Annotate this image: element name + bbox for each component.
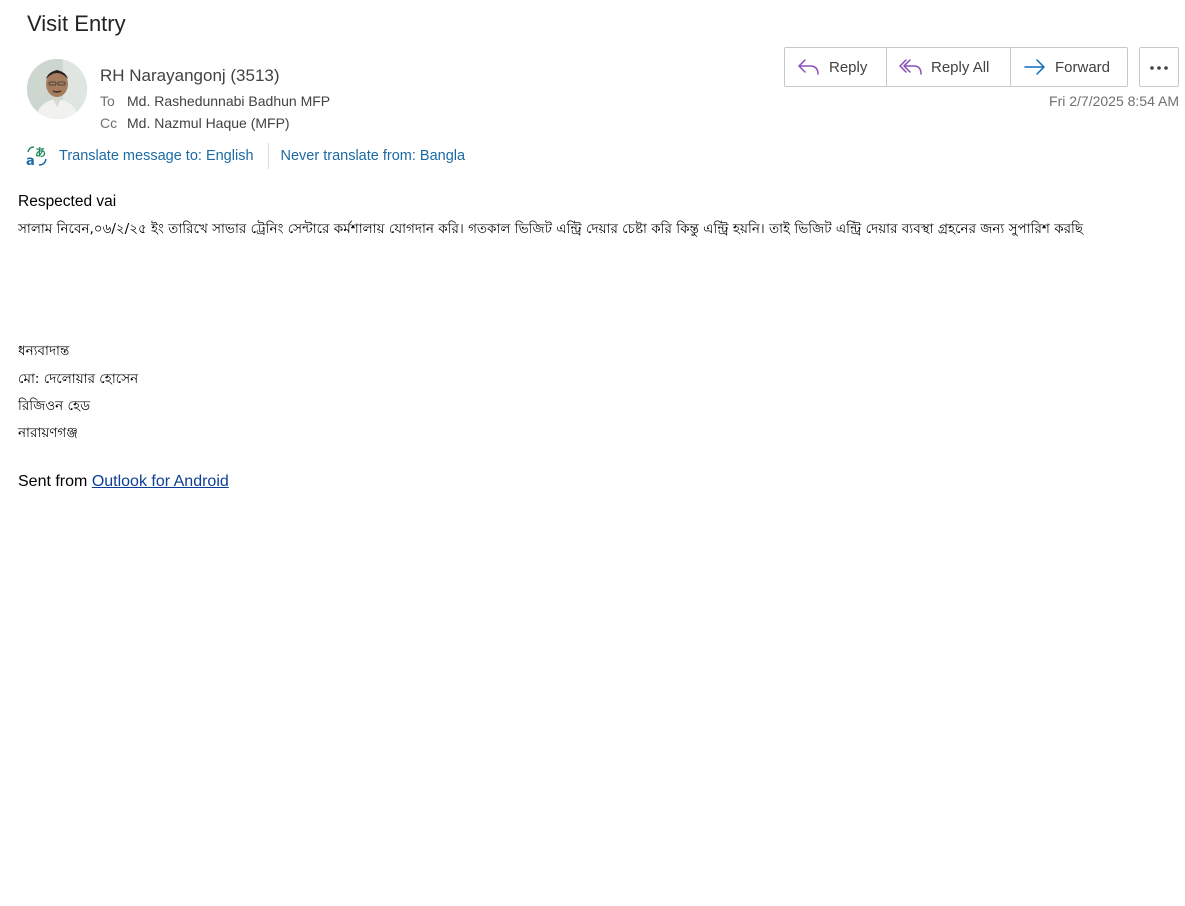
svg-text:あ: あ	[35, 146, 46, 159]
signature-line: নারায়ণগঞ্জ	[18, 425, 78, 441]
outlook-for-android-link[interactable]: Outlook for Android	[92, 473, 229, 490]
forward-button[interactable]: Forward	[1011, 48, 1127, 86]
cc-recipient[interactable]: Md. Nazmul Haque (MFP)	[127, 115, 290, 131]
signature-line: ধন্যবাদান্ত	[18, 343, 70, 359]
to-label: To	[100, 93, 115, 109]
body-greeting: Respected vai	[18, 193, 117, 210]
reply-all-button[interactable]: Reply All	[887, 48, 1011, 86]
more-horizontal-icon	[1149, 58, 1169, 76]
more-actions-button[interactable]	[1139, 47, 1179, 87]
never-translate-link[interactable]: Never translate from: Bangla	[281, 148, 466, 164]
forward-label: Forward	[1055, 58, 1111, 76]
body-paragraph: সালাম নিবেন,০৬/২/২৫ ইং তারিখে সাভার ট্রে…	[18, 221, 1084, 237]
sender-avatar[interactable]	[27, 59, 87, 119]
to-row: To Md. Rashedunnabi Badhun MFP	[100, 93, 330, 109]
forward-icon	[1023, 57, 1049, 77]
translate-divider	[267, 143, 269, 169]
cc-label: Cc	[100, 115, 118, 131]
sent-from-line: Sent from Outlook for Android	[18, 473, 229, 491]
email-reading-pane: Visit Entry RH Narayangonj (3513) To Md. …	[0, 0, 1185, 906]
signature-line: মো: দেলোয়ার হোসেন	[18, 371, 139, 387]
reply-all-label: Reply All	[931, 58, 990, 76]
to-recipient[interactable]: Md. Rashedunnabi Badhun MFP	[127, 93, 330, 109]
message-timestamp: Fri 2/7/2025 8:54 AM	[1049, 93, 1179, 109]
reply-label: Reply	[829, 58, 868, 76]
email-subject: Visit Entry	[27, 11, 126, 36]
message-action-bar: Reply Reply All Forward	[784, 47, 1128, 87]
reply-all-icon	[899, 57, 925, 77]
sender-name[interactable]: RH Narayangonj (3513)	[100, 66, 280, 86]
translate-icon: a あ	[26, 145, 48, 169]
cc-row: Cc Md. Nazmul Haque (MFP)	[100, 115, 290, 131]
sent-from-prefix: Sent from	[18, 473, 92, 490]
reply-button[interactable]: Reply	[785, 48, 887, 86]
translate-message-link[interactable]: Translate message to: English	[59, 148, 254, 164]
reply-icon	[797, 57, 823, 77]
translation-bar: a あ Translate message to: English Never …	[26, 143, 465, 169]
svg-text:a: a	[26, 154, 35, 167]
signature-line: রিজিওন হেড	[18, 398, 91, 414]
